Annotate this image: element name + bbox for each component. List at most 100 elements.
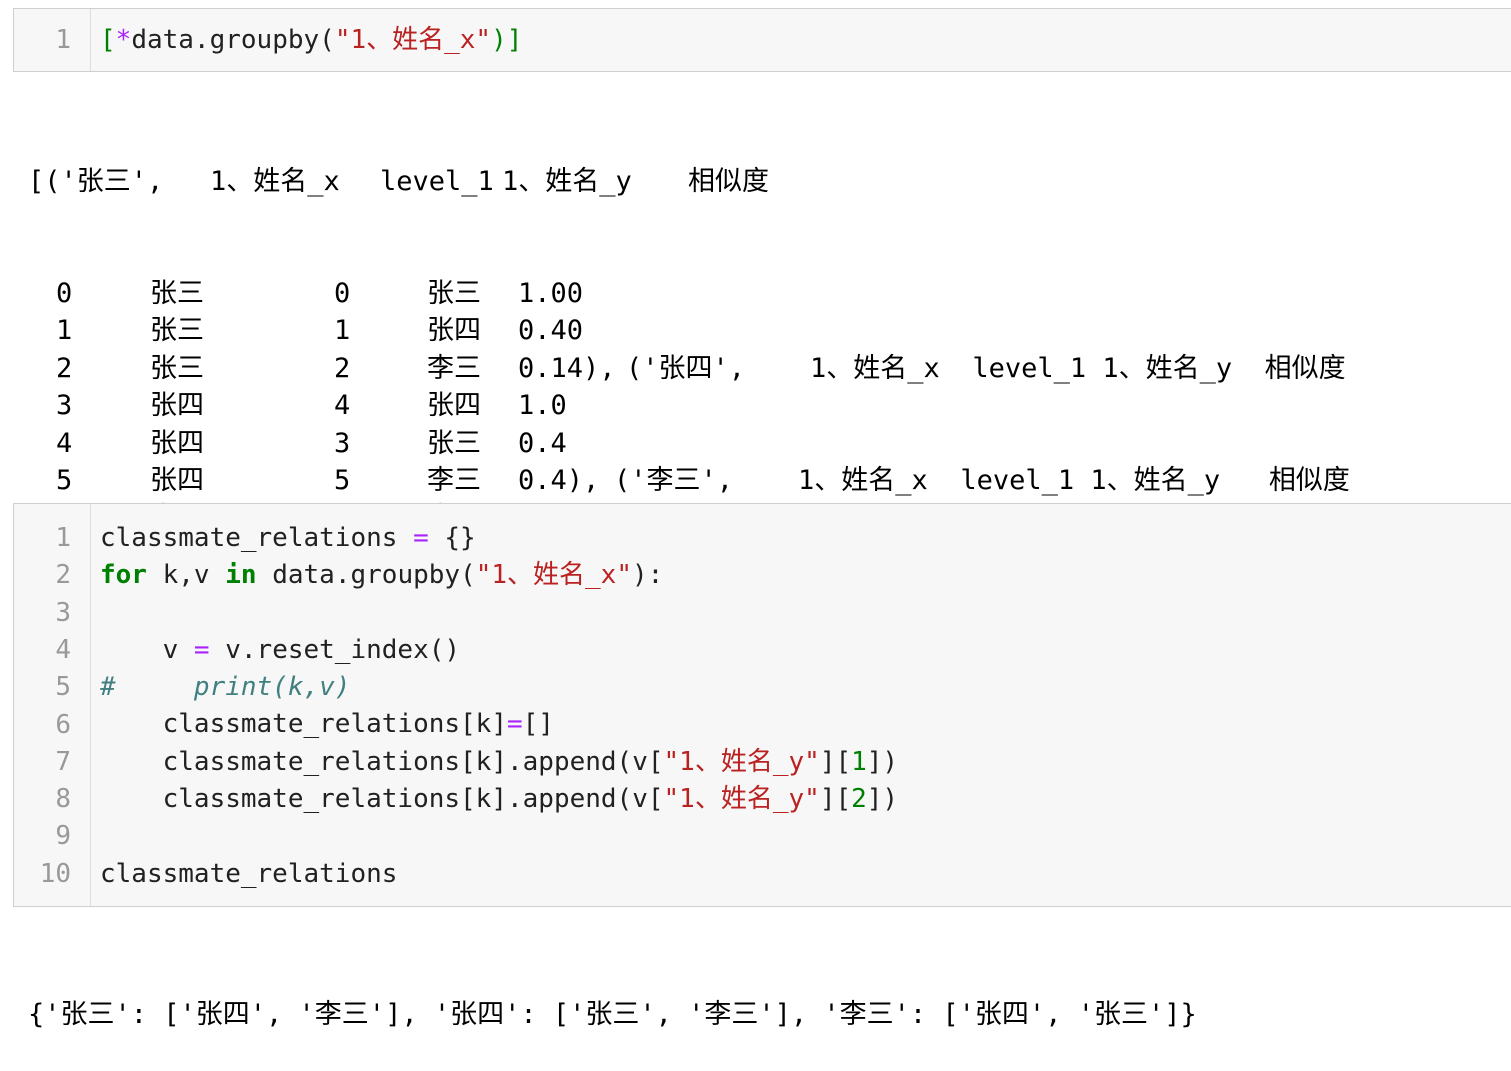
line-number: 1 <box>55 523 71 553</box>
code-number: 2 <box>851 784 867 814</box>
code-line[interactable]: classmate_relations = {} <box>100 520 476 557</box>
code-token: ][ <box>819 747 852 777</box>
code-line[interactable]: v = v.reset_index() <box>100 632 460 669</box>
table-cell: 张三 <box>150 278 204 310</box>
column-header: 1、姓名_x <box>210 165 340 197</box>
operator: = <box>507 709 523 739</box>
code-line[interactable]: classmate_relations[k]=[] <box>100 706 554 743</box>
code-string: "1、姓名_y" <box>663 747 820 777</box>
code-token: )] <box>491 25 523 55</box>
table-cell: 1.00 <box>518 278 584 310</box>
table-cell: 4 <box>56 427 73 459</box>
table-cell: 张三 <box>427 278 481 310</box>
table-cell: 0 <box>334 278 351 310</box>
table-cell: 1 <box>56 315 73 347</box>
table-cell: 1.0 <box>518 390 567 422</box>
line-number: 1 <box>55 25 71 55</box>
line-number: 9 <box>55 821 71 852</box>
code-token: v.reset_index() <box>209 635 461 665</box>
output-text: [('张三', <box>28 165 164 197</box>
table-cell: 1 <box>334 315 351 347</box>
table-cell: 张四 <box>427 315 481 347</box>
output-text: ('李三', 1、姓名_x level_1 1、姓名_y 相似度 <box>614 464 1350 496</box>
line-number: 5 <box>55 672 71 703</box>
table-cell: 张四 <box>150 464 204 496</box>
table-cell: 0.40 <box>518 315 584 347</box>
cell-output-2: {'张三': ['张四', '李三'], '张四': ['张三', '李三'],… <box>28 921 1488 1071</box>
table-cell: 2 <box>56 352 73 384</box>
table-cell: 0.4), <box>518 464 600 496</box>
code-comment: # print(k,v) <box>100 672 351 702</box>
code-line[interactable]: classmate_relations[k].append(v["1、姓名_y"… <box>100 781 898 818</box>
code-token: ][ <box>819 784 852 814</box>
table-cell: 张三 <box>427 427 481 459</box>
output-text: {'张三': ['张四', '李三'], '张四': ['张三', '李三'],… <box>28 998 1197 1030</box>
table-cell: 0.14), <box>518 352 616 384</box>
line-number: 10 <box>39 858 71 889</box>
output-table-row: 0 张三 0 张三 1.00 <box>28 275 1488 312</box>
table-cell: 0 <box>56 278 73 310</box>
column-header: 1、姓名_y <box>502 165 632 197</box>
code-token: classmate_relations <box>100 859 398 889</box>
table-cell: 张三 <box>150 315 204 347</box>
code-token: [ <box>100 25 116 55</box>
code-line[interactable]: classmate_relations[k].append(v["1、姓名_y"… <box>100 744 898 781</box>
table-cell: 张三 <box>150 352 204 384</box>
code-line[interactable]: [*data.groupby("1、姓名_x")] <box>100 22 522 59</box>
code-token: data.groupby( <box>131 25 335 55</box>
output-table-row: 5 张四 5 李三 0.4), ('李三', 1、姓名_x level_1 1、姓名_y … <box>28 462 1488 499</box>
output-table-row: 1 张三 1 张四 0.40 <box>28 312 1488 349</box>
table-cell: 李三 <box>427 352 481 384</box>
keyword: in <box>225 560 257 590</box>
code-string: "1、姓名_x" <box>475 560 632 590</box>
table-cell: 3 <box>334 427 351 459</box>
code-token: ): <box>632 560 664 590</box>
line-number: 6 <box>55 709 71 740</box>
table-cell: 3 <box>56 390 73 422</box>
code-cell-1[interactable]: 1 [*data.groupby("1、姓名_x")] <box>13 8 1511 72</box>
table-cell: 张四 <box>150 427 204 459</box>
operator: = <box>193 635 210 665</box>
column-header: level_1 <box>380 165 494 197</box>
output-text: ('张四', 1、姓名_x level_1 1、姓名_y 相似度 <box>626 352 1346 384</box>
table-cell: 张四 <box>427 390 481 422</box>
code-token: classmate_relations[k] <box>100 709 507 739</box>
code-token: data.groupby( <box>256 560 476 590</box>
code-token: ]) <box>866 747 899 777</box>
code-token: k,v <box>146 560 226 590</box>
line-number: 4 <box>55 634 71 665</box>
column-header: 相似度 <box>688 165 769 197</box>
code-string: "1、姓名_x" <box>334 25 492 55</box>
table-cell: 5 <box>56 464 73 496</box>
code-cell-2[interactable]: 1 2 3 4 5 6 7 8 9 10 classmate_relations = {} for… <box>13 503 1511 907</box>
table-cell: 张四 <box>150 390 204 422</box>
line-number: 7 <box>55 746 71 777</box>
line-number: 3 <box>55 597 71 628</box>
table-cell: 5 <box>334 464 351 496</box>
code-number: 1 <box>851 747 867 777</box>
line-number: 8 <box>55 784 71 815</box>
code-token: classmate_relations <box>100 523 414 553</box>
output-table-row: 4 张四 3 张三 0.4 <box>28 425 1488 462</box>
code-line[interactable]: for k,v in data.groupby("1、姓名_x"): <box>100 557 663 594</box>
code-line[interactable]: # print(k,v) <box>100 669 350 706</box>
output-table-row: 2 张三 2 李三 0.14), ('张四', 1、姓名_x level_1 1、姓名_y… <box>28 350 1488 387</box>
code-token: {} <box>428 523 476 553</box>
code-token: [] <box>522 709 554 739</box>
keyword: for <box>100 560 147 590</box>
output-table-row: 3 张四 4 张四 1.0 <box>28 387 1488 424</box>
code-token: v <box>100 635 194 665</box>
output-header-row: [('张三', 1、姓名_x level_1 1、姓名_y 相似度 <box>28 163 1488 200</box>
code-token: classmate_relations[k].append(v[ <box>100 784 664 814</box>
code-token: ]) <box>866 784 899 814</box>
code-token: * <box>115 25 132 55</box>
table-cell: 李三 <box>427 464 481 496</box>
table-cell: 2 <box>334 352 351 384</box>
operator: = <box>413 523 429 553</box>
code-line[interactable]: classmate_relations <box>100 856 397 893</box>
table-cell: 4 <box>334 390 351 422</box>
code-string: "1、姓名_y" <box>663 784 820 814</box>
line-number: 2 <box>55 560 71 591</box>
table-cell: 0.4 <box>518 427 567 459</box>
code-token: classmate_relations[k].append(v[ <box>100 747 664 777</box>
